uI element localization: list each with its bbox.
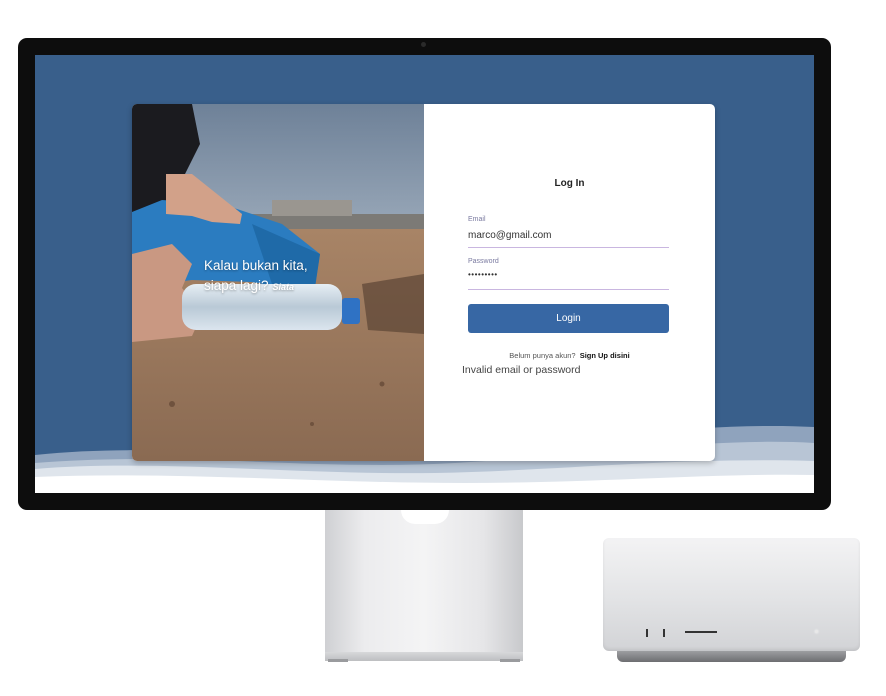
email-field[interactable]	[468, 228, 669, 242]
monitor-frame: Kalau bukan kita, siapa lagi? Siata Log I…	[18, 38, 831, 510]
hero-tagline: Kalau bukan kita, siapa lagi? Siata	[204, 256, 308, 297]
password-label: Password	[468, 258, 499, 265]
password-field[interactable]: •••••••••	[468, 270, 669, 284]
stand-cable-hole	[401, 510, 449, 524]
signup-link[interactable]: Sign Up disini	[580, 351, 630, 360]
brand-name: Siata	[272, 282, 295, 292]
usb-port-2	[663, 629, 665, 637]
email-underline	[468, 247, 669, 248]
tagline-line2: siapa lagi?	[204, 278, 269, 293]
stand-foot	[325, 652, 523, 661]
password-underline	[468, 289, 669, 290]
error-message: Invalid email or password	[462, 364, 581, 376]
signup-row: Belum punya akun? Sign Up disini	[424, 351, 715, 360]
power-led	[815, 630, 818, 633]
usb-port-1	[646, 629, 648, 637]
desktop-computer	[603, 538, 860, 651]
stand-foot-right	[500, 659, 520, 662]
login-button[interactable]: Login	[468, 304, 669, 333]
login-card: Kalau bukan kita, siapa lagi? Siata Log I…	[132, 104, 715, 461]
screen: Kalau bukan kita, siapa lagi? Siata Log I…	[35, 55, 814, 493]
monitor-camera-icon	[421, 42, 426, 47]
login-form: Log In Email Password ••••••••• Login Be…	[424, 104, 715, 461]
signup-prompt: Belum punya akun?	[509, 351, 576, 360]
desktop-computer-base	[617, 651, 846, 662]
tagline-line1: Kalau bukan kita,	[204, 258, 308, 273]
stand-foot-left	[328, 659, 348, 662]
hero-photo: Kalau bukan kita, siapa lagi? Siata	[132, 104, 424, 461]
page-title: Log In	[554, 178, 585, 189]
monitor-stand	[325, 510, 523, 656]
card-slot	[685, 631, 717, 633]
email-label: Email	[468, 216, 486, 223]
